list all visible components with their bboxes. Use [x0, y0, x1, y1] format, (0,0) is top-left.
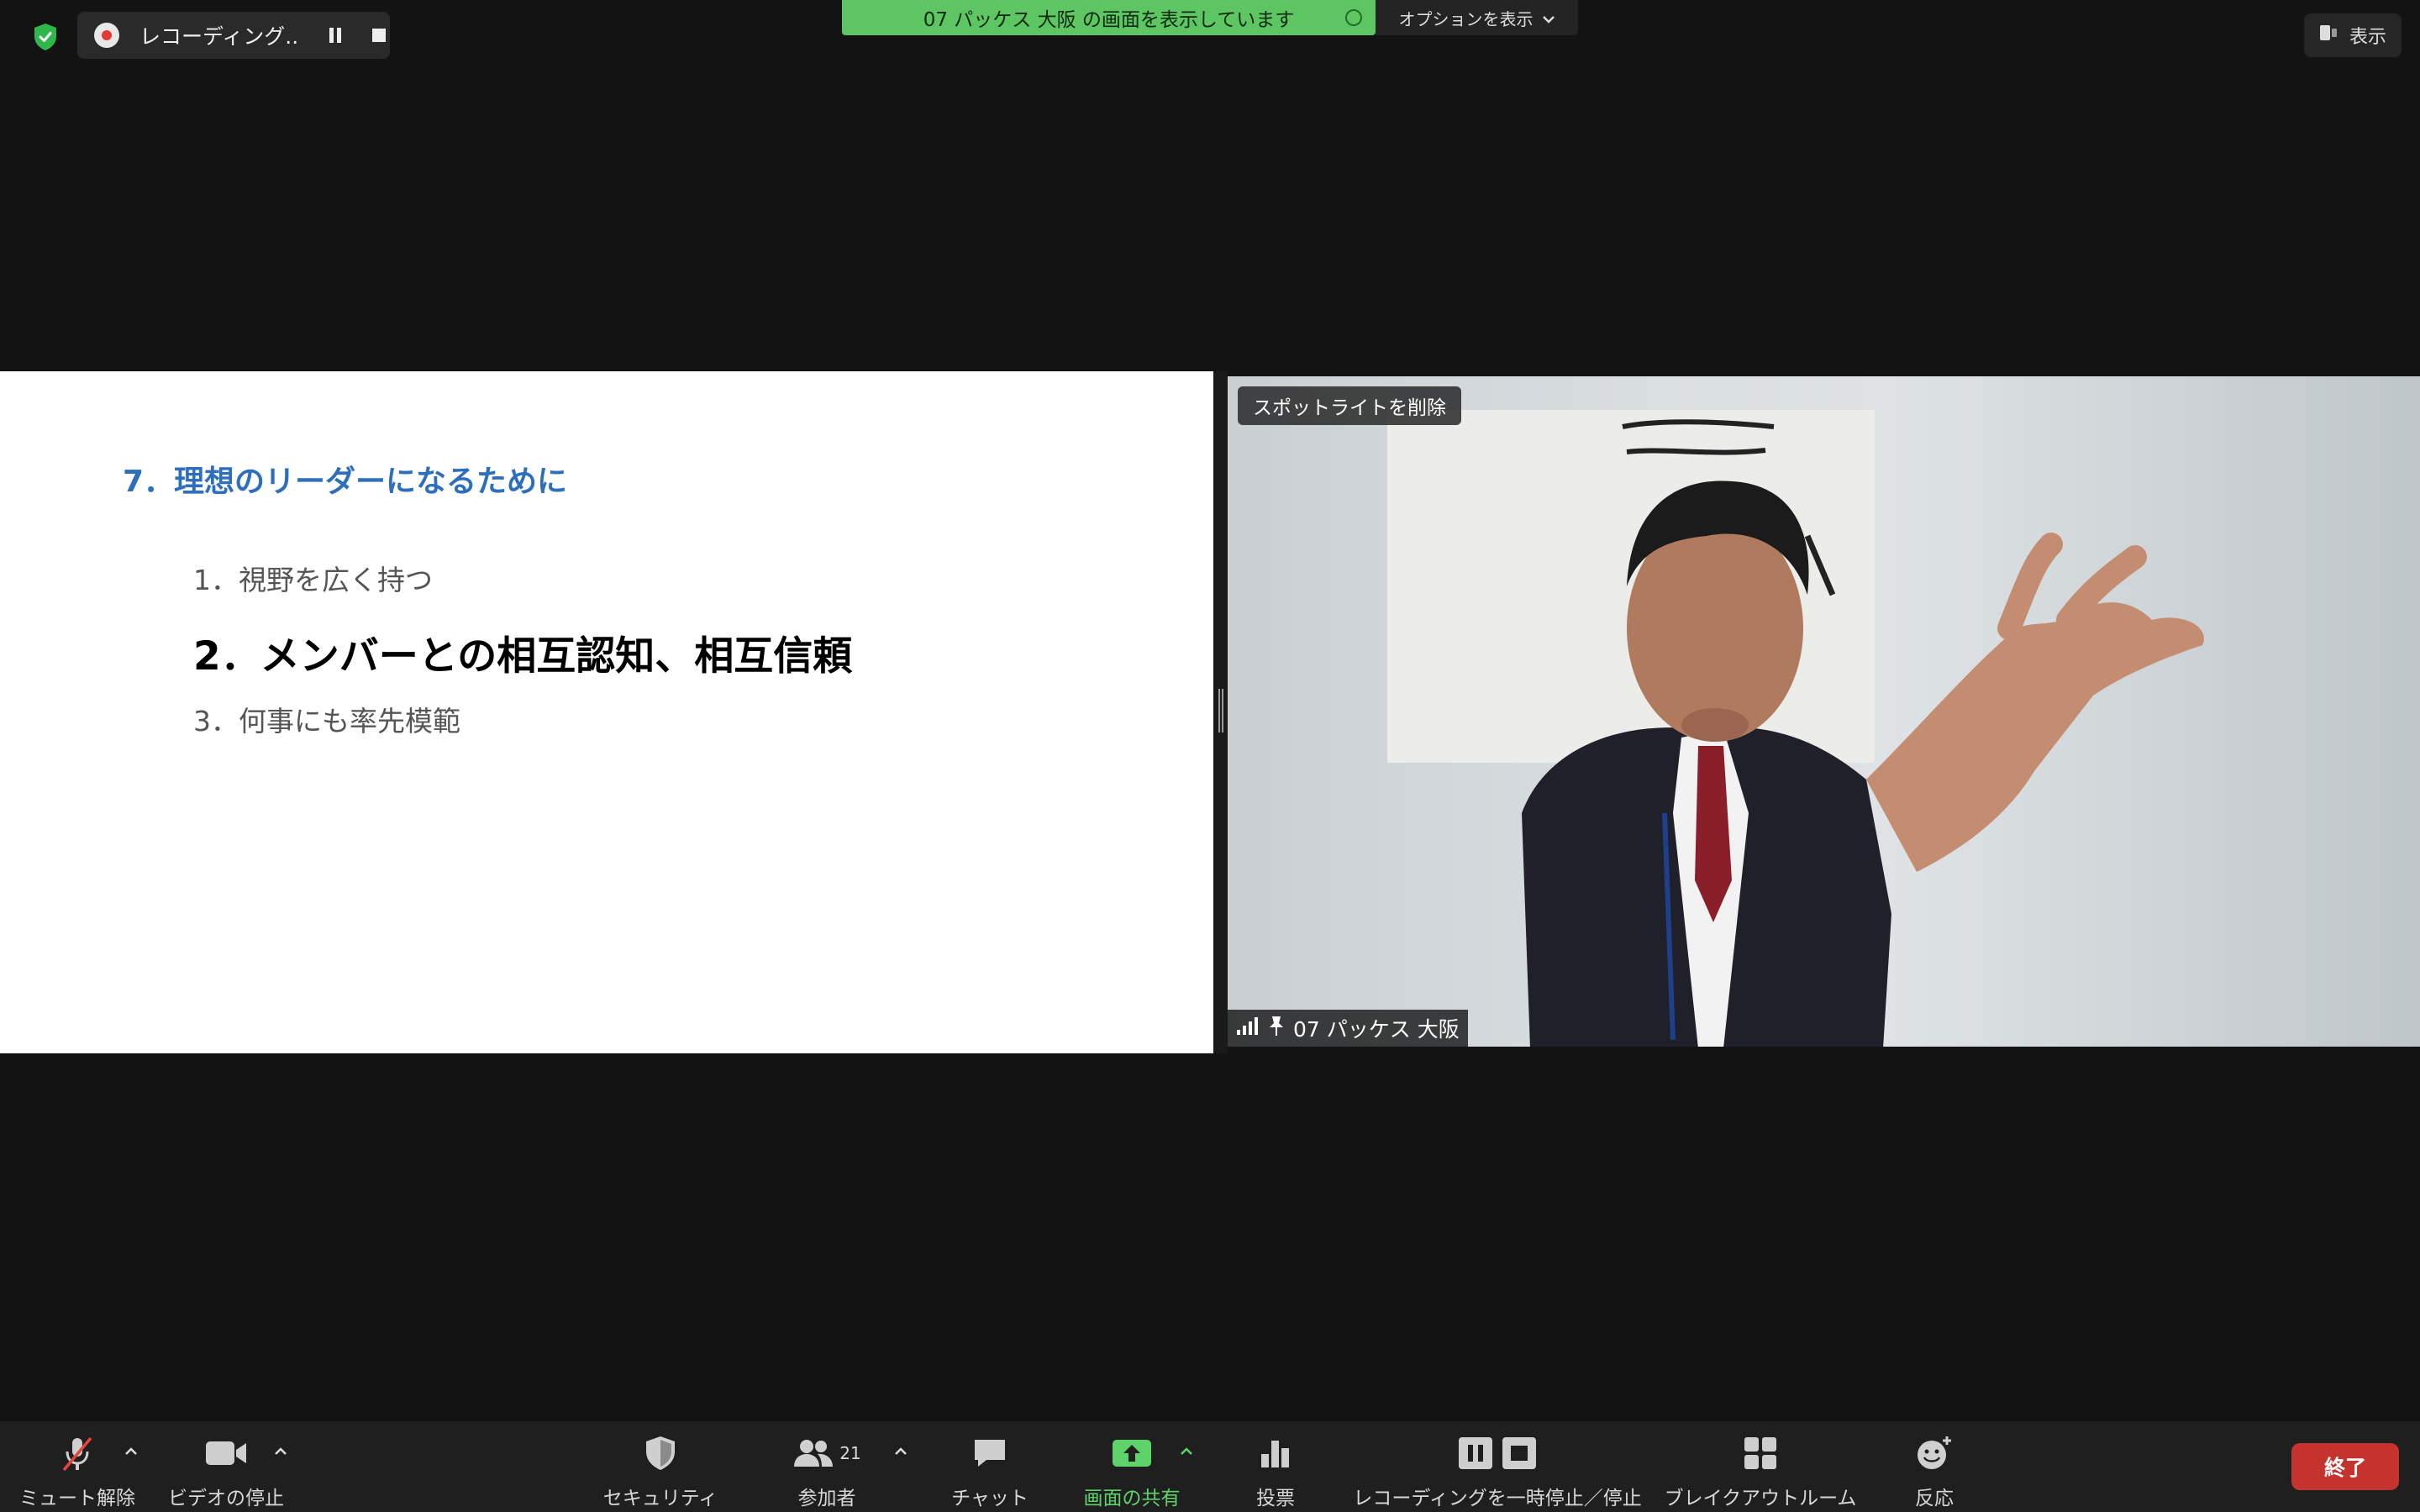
video-camera-icon: [204, 1433, 248, 1473]
recording-indicator[interactable]: レコーディング...: [77, 12, 390, 59]
recording-icon: [94, 23, 119, 48]
participants-icon: 21: [792, 1433, 861, 1473]
bar-chart-icon: [1259, 1433, 1292, 1473]
pause-stop-recording-label: レコーディングを一時停止／停止: [1353, 1488, 1642, 1509]
encryption-shield-icon[interactable]: [25, 17, 66, 57]
stop-recording-icon[interactable]: [371, 28, 387, 43]
participants-button[interactable]: 21 参加者: [775, 1421, 879, 1512]
remove-spotlight-button[interactable]: スポットライトを削除: [1238, 386, 1461, 425]
slide-item-highlighted: 2．メンバーとの相互認知、相互信頼: [193, 633, 853, 680]
video-options-chevron-icon[interactable]: [271, 1441, 291, 1462]
stop-video-label: ビデオの停止: [168, 1488, 284, 1509]
participants-options-chevron-icon[interactable]: [891, 1441, 911, 1462]
share-options-chevron-icon[interactable]: [1176, 1441, 1197, 1462]
remove-spotlight-label: スポットライトを削除: [1253, 397, 1446, 419]
chat-button[interactable]: チャット: [941, 1421, 1039, 1512]
slide-title: 7．理想のリーダーになるために: [123, 465, 568, 499]
shield-icon: [644, 1433, 677, 1473]
smiley-add-icon: [1915, 1433, 1954, 1473]
share-screen-button[interactable]: 画面の共有: [1077, 1421, 1186, 1512]
share-screen-label: 画面の共有: [1083, 1488, 1181, 1509]
view-button[interactable]: 表示: [2304, 13, 2402, 57]
chat-bubble-icon: [971, 1433, 1008, 1473]
pane-resize-handle[interactable]: [1214, 371, 1228, 1053]
drag-grip-icon: [1218, 689, 1223, 732]
recording-controls-icon: [1455, 1433, 1539, 1473]
audio-options-chevron-icon[interactable]: [121, 1441, 141, 1462]
signal-strength-icon: [1236, 1016, 1260, 1041]
participants-label: 参加者: [797, 1488, 856, 1509]
slide-item: 3．何事にも率先模範: [193, 705, 460, 738]
pause-stop-recording-button[interactable]: レコーディングを一時停止／停止: [1353, 1421, 1642, 1512]
screen-share-banner: 07 パッケス 大阪 の画面を表示しています: [842, 0, 1376, 35]
view-options-label: オプションを表示: [1398, 8, 1534, 29]
pin-icon: [1268, 1015, 1285, 1042]
security-button[interactable]: セキュリティ: [598, 1421, 723, 1512]
screen-share-banner-text: 07 パッケス 大阪 の画面を表示しています: [923, 9, 1295, 31]
view-options-button[interactable]: オプションを表示: [1376, 0, 1578, 35]
reactions-label: 反応: [1915, 1488, 1954, 1509]
polls-button[interactable]: 投票: [1242, 1421, 1309, 1512]
unmute-label: ミュート解除: [19, 1488, 135, 1509]
participant-video[interactable]: スポットライトを削除 07 パッケス 大阪: [1228, 376, 2420, 1047]
view-label: 表示: [2349, 27, 2386, 48]
layout-icon: [2319, 24, 2339, 47]
meeting-toolbar: ミュート解除 ビデオの停止 セキュリティ 21 参加者 チャット 画面の共有 投…: [0, 1421, 2420, 1512]
breakout-rooms-button[interactable]: ブレイクアウトルーム: [1664, 1421, 1857, 1512]
participants-count: 21: [839, 1443, 861, 1463]
chevron-down-icon: [1542, 8, 1555, 28]
share-status-icon: [1345, 9, 1362, 26]
slide-item: 1．視野を広く持つ: [193, 564, 433, 596]
participant-name-tag: 07 パッケス 大阪: [1228, 1010, 1468, 1047]
breakout-rooms-label: ブレイクアウトルーム: [1664, 1488, 1857, 1509]
chat-label: チャット: [951, 1488, 1028, 1509]
share-screen-icon: [1111, 1433, 1153, 1473]
shared-screen-slide: 7．理想のリーダーになるために 1．視野を広く持つ 2．メンバーとの相互認知、相…: [0, 371, 1213, 1053]
unmute-button[interactable]: ミュート解除: [15, 1421, 139, 1512]
pause-recording-icon[interactable]: [328, 27, 343, 44]
participant-name-label: 07 パッケス 大阪: [1293, 1017, 1460, 1042]
reactions-button[interactable]: 反応: [1901, 1421, 1968, 1512]
muted-microphone-icon: [57, 1433, 97, 1473]
end-meeting-label: 終了: [2323, 1456, 2366, 1480]
end-meeting-button[interactable]: 終了: [2291, 1443, 2399, 1490]
stop-video-button[interactable]: ビデオの停止: [165, 1421, 287, 1512]
polls-label: 投票: [1256, 1488, 1295, 1509]
breakout-rooms-icon: [1743, 1433, 1778, 1473]
recording-status-label: レコーディング...: [139, 24, 299, 49]
security-label: セキュリティ: [602, 1488, 718, 1509]
participant-video-frame: [1387, 410, 2204, 1047]
